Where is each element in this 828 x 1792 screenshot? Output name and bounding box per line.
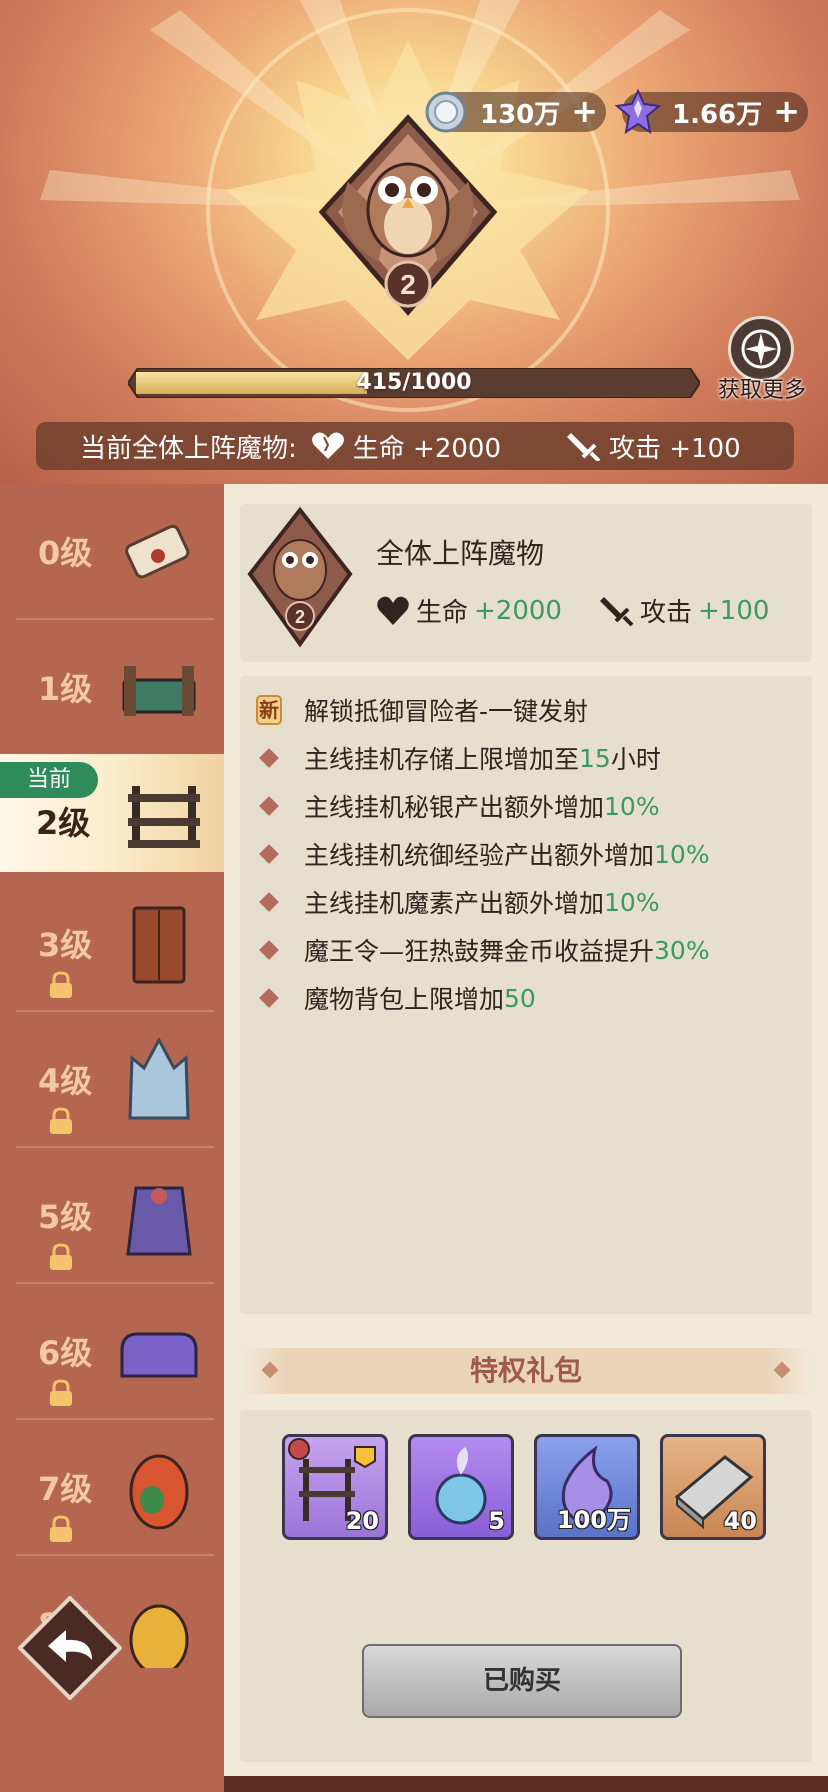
level-item-2[interactable]: 当前 2级	[0, 754, 224, 872]
current-tag: 当前	[0, 762, 98, 798]
sword-icon	[566, 433, 601, 461]
lock-icon	[50, 1243, 72, 1270]
level-item-7[interactable]: 7级	[16, 1420, 214, 1556]
crystal-amount: 1.66万	[672, 99, 763, 130]
perk-row: 魔王令—狂热鼓舞金币收益提升 30%	[256, 930, 710, 970]
diamond-bullet-icon	[259, 892, 279, 912]
heart-icon	[311, 432, 344, 459]
bonus-atk: 攻击 +100	[608, 433, 741, 464]
gift-card: 20 5 100万 40 已购买	[240, 1410, 812, 1762]
add-crystal-button[interactable]: +	[773, 95, 800, 127]
lock-icon	[50, 1379, 72, 1406]
heart-icon	[377, 596, 409, 625]
level-label: 5级	[38, 1198, 93, 1236]
bed-icon	[122, 666, 196, 716]
purchased-button[interactable]: 已购买	[362, 1644, 682, 1718]
purple-cabinet-icon	[126, 1186, 192, 1256]
level-label: 4级	[38, 1062, 93, 1100]
perk-row: 主线挂机统御经验产出额外增加 10%	[256, 834, 710, 874]
gift-item[interactable]: 5	[408, 1434, 514, 1540]
level-item-4[interactable]: 4级	[16, 1012, 214, 1148]
bottom-strip	[224, 1776, 828, 1792]
lock-icon	[50, 1107, 72, 1134]
compass-icon	[741, 329, 781, 369]
exp-text: 415/1000	[356, 370, 472, 395]
perk-row: 主线挂机魔素产出额外增加 10%	[256, 882, 660, 922]
level-label: 3级	[38, 926, 93, 964]
sword-icon	[600, 596, 634, 626]
level-label: 0级	[38, 534, 93, 572]
get-more-label[interactable]: 获取更多	[712, 372, 812, 404]
diamond-bullet-icon	[259, 796, 279, 816]
perk-row: 主线挂机秘银产出额外增加 10%	[256, 786, 660, 826]
diamond-bullet-icon	[259, 748, 279, 768]
summary-hp: 生命 +2000	[376, 592, 562, 629]
crystal-mirror-icon	[128, 1038, 190, 1120]
summary-card: 2 全体上阵魔物 生命 +2000 攻击 +100	[240, 504, 812, 662]
level-item-0[interactable]: 0级	[16, 484, 214, 620]
level-label: 2级	[36, 804, 91, 842]
team-bonus-bar: 当前全体上阵魔物: 生命 +2000 攻击 +100	[36, 422, 794, 470]
summary-title: 全体上阵魔物	[376, 537, 545, 570]
perk-row: 主线挂机存储上限增加至 15 小时	[256, 738, 661, 778]
level-item-1[interactable]: 1级	[16, 620, 214, 756]
egg-icon	[129, 1454, 189, 1530]
diamond-bullet-icon	[259, 940, 279, 960]
owl-badge-icon: 2	[247, 506, 353, 648]
level-label: 7级	[38, 1470, 93, 1508]
purple-crystal-icon	[614, 88, 662, 135]
crystal-currency: 1.66万 +	[614, 88, 808, 135]
summary-atk: 攻击 +100	[600, 592, 769, 629]
level-label: 6级	[38, 1334, 93, 1372]
bonus-prefix: 当前全体上阵魔物:	[80, 433, 297, 464]
gift-item[interactable]: 20	[282, 1434, 388, 1540]
lock-icon	[50, 1515, 72, 1542]
perk-row-new: 新 解锁抵御冒险者-一键发射	[256, 690, 588, 730]
gift-section-title: 特权礼包	[240, 1348, 812, 1394]
gift-item[interactable]: 40	[660, 1434, 766, 1540]
diamond-bullet-icon	[259, 988, 279, 1008]
perk-row: 魔物背包上限增加 50	[256, 978, 536, 1018]
gift-item[interactable]: 100万	[534, 1434, 640, 1540]
header-banner: 130万 + 1.66万 + 2 获取更多 415/1000 当前全体上阵魔物:…	[0, 0, 828, 484]
diamond-bullet-icon	[259, 844, 279, 864]
owl-badge-icon: 2	[318, 114, 498, 316]
level-item-5[interactable]: 5级	[16, 1148, 214, 1284]
perk-list: 新 解锁抵御冒险者-一键发射 主线挂机存储上限增加至 15 小时 主线挂机秘银产出额…	[240, 676, 812, 1314]
svg-text:2: 2	[295, 607, 305, 627]
svg-text:2: 2	[400, 269, 416, 300]
golden-egg-icon	[129, 1604, 189, 1668]
level-item-3[interactable]: 3级	[16, 876, 214, 1012]
sofa-icon	[120, 1332, 198, 1378]
new-tag: 新	[256, 695, 282, 725]
add-silver-button[interactable]: +	[571, 95, 598, 127]
bonus-hp: 生命 +2000	[352, 433, 501, 464]
scroll-icon	[125, 524, 190, 579]
level-item-6[interactable]: 6级	[16, 1284, 214, 1420]
level-label: 1级	[38, 670, 93, 708]
lock-icon	[50, 971, 72, 998]
wardrobe-icon	[132, 906, 186, 984]
shelf-icon	[128, 786, 200, 848]
back-button[interactable]	[18, 1596, 122, 1700]
